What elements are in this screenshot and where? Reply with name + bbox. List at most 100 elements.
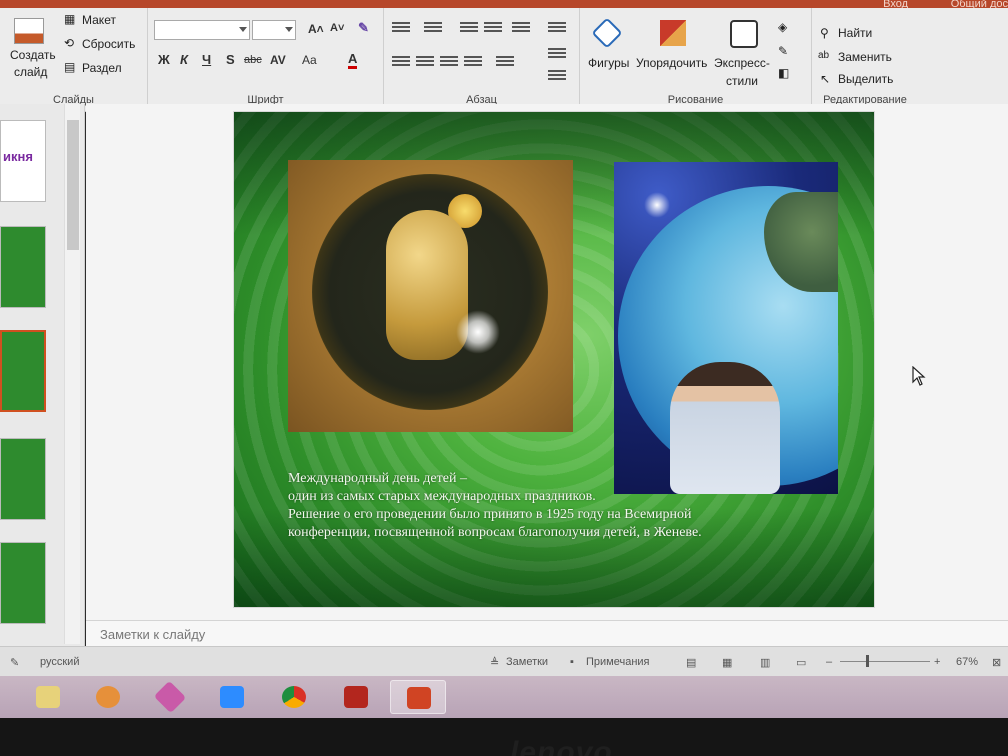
reset-button[interactable]: Сбросить	[82, 37, 135, 51]
laptop-brand-logo: lenovo	[510, 736, 613, 756]
slideshow-icon[interactable]: ▭	[796, 656, 806, 669]
slide-thumbnail-3[interactable]	[0, 330, 46, 412]
new-slide-icon[interactable]	[14, 18, 44, 44]
reading-view-icon[interactable]: ▥	[760, 656, 770, 669]
align-left-icon[interactable]	[392, 56, 410, 70]
strikethrough-button[interactable]: abc	[244, 54, 262, 66]
scrollbar-thumb[interactable]	[67, 120, 79, 250]
earth-picture[interactable]	[614, 162, 838, 494]
folder-icon	[36, 686, 60, 708]
taskbar-acrobat[interactable]	[328, 680, 384, 714]
taskbar-app-3[interactable]	[142, 680, 198, 714]
replace-button[interactable]: Заменить	[838, 50, 892, 64]
increase-indent-icon[interactable]	[484, 22, 502, 36]
laptop-bezel: lenovo	[0, 718, 1008, 756]
notes-toggle-button[interactable]: Заметки	[506, 656, 548, 668]
change-case-button[interactable]: Aa	[302, 53, 317, 67]
text-direction-icon[interactable]	[548, 22, 566, 36]
font-color-button[interactable]: A	[348, 52, 358, 69]
chevron-down-icon	[285, 27, 293, 32]
ribbon: Создать слайд ▦ Макет ⟲ Сбросить ▤ Разде…	[0, 8, 1008, 112]
shapes-button[interactable]: Фигуры	[588, 56, 629, 70]
taskbar-chrome[interactable]	[266, 680, 322, 714]
zoom-out-button[interactable]: –	[826, 656, 832, 668]
grow-font-icon[interactable]: A˄	[308, 22, 324, 36]
replace-icon: ab	[818, 50, 830, 61]
shapes-icon[interactable]	[591, 17, 623, 49]
italic-button[interactable]: К	[180, 52, 188, 67]
underline-button[interactable]: Ч	[202, 52, 211, 67]
taskbar-zoom[interactable]	[204, 680, 260, 714]
section-button[interactable]: Раздел	[82, 61, 122, 75]
char-spacing-button[interactable]: AV	[270, 53, 286, 67]
slide-thumbnail-4[interactable]	[0, 438, 46, 520]
normal-view-icon[interactable]: ▤	[686, 656, 696, 669]
slide-thumbnail-5[interactable]	[0, 542, 46, 624]
chevron-down-icon	[239, 27, 247, 32]
bold-button[interactable]: Ж	[158, 52, 170, 67]
taskbar-powerpoint[interactable]	[390, 680, 446, 714]
slide-thumbnail-1[interactable]: икня	[0, 120, 46, 202]
zoom-slider[interactable]	[840, 661, 930, 662]
font-size-combo[interactable]	[252, 20, 296, 40]
shape-effects-icon[interactable]: ◧	[778, 66, 789, 80]
media-player-icon	[96, 686, 120, 708]
new-slide-button-label2[interactable]: слайд	[14, 65, 47, 79]
slide[interactable]: Международный день детей – один из самых…	[234, 112, 874, 607]
font-name-combo[interactable]	[154, 20, 250, 40]
line-spacing-icon[interactable]	[512, 22, 530, 36]
layout-icon: ▦	[64, 12, 76, 26]
find-button[interactable]: Найти	[838, 26, 872, 40]
drawing-group: Фигуры Упорядочить Экспресс- стили ◈ ✎ ◧…	[580, 8, 812, 112]
align-center-icon[interactable]	[416, 56, 434, 70]
decrease-indent-icon[interactable]	[460, 22, 478, 36]
quick-styles-button-label2[interactable]: стили	[726, 74, 758, 88]
layout-button[interactable]: Макет	[82, 13, 116, 27]
slide-thumbnail-2[interactable]	[0, 226, 46, 308]
slide-sorter-icon[interactable]: ▦	[722, 656, 732, 669]
reset-icon: ⟲	[64, 36, 75, 50]
screen: Вход Общий дос Создать слайд ▦ Макет ⟲ С…	[0, 0, 1008, 756]
notes-pane[interactable]: Заметки к слайду	[86, 620, 1008, 646]
bullets-icon[interactable]	[392, 22, 410, 36]
smartart-icon[interactable]	[548, 70, 566, 84]
taskbar-media-player[interactable]	[80, 680, 136, 714]
powerpoint-icon	[407, 687, 431, 709]
arrange-icon[interactable]	[660, 20, 686, 46]
language-indicator[interactable]: русский	[40, 656, 79, 668]
shape-fill-icon[interactable]: ◈	[778, 20, 787, 34]
medal-glare	[456, 310, 500, 354]
video-call-icon	[220, 686, 244, 708]
search-icon: ⚲	[820, 26, 829, 40]
select-button[interactable]: Выделить	[838, 72, 893, 86]
numbering-icon[interactable]	[424, 22, 442, 36]
quick-styles-button[interactable]: Экспресс-	[714, 56, 770, 70]
align-right-icon[interactable]	[440, 56, 458, 70]
thumbnail-scrollbar[interactable]	[64, 104, 80, 644]
zoom-slider-thumb[interactable]	[866, 655, 869, 667]
comments-toggle-button[interactable]: Примечания	[586, 656, 650, 668]
shrink-font-icon[interactable]: A˅	[330, 22, 344, 34]
quick-styles-icon[interactable]	[730, 20, 758, 48]
columns-icon[interactable]	[496, 56, 514, 70]
new-slide-button[interactable]: Создать	[10, 48, 56, 62]
pdf-icon	[344, 686, 368, 708]
slide-caption[interactable]: Международный день детей – один из самых…	[288, 470, 848, 542]
zoom-level[interactable]: 67%	[956, 656, 978, 668]
arrange-button[interactable]: Упорядочить	[636, 56, 707, 70]
shape-outline-icon[interactable]: ✎	[778, 44, 788, 58]
taskbar-explorer[interactable]	[20, 680, 76, 714]
justify-icon[interactable]	[464, 56, 482, 70]
zoom-in-button[interactable]: +	[934, 656, 940, 668]
paragraph-group: Абзац	[384, 8, 580, 112]
caption-line-2: один из самых старых международных празд…	[288, 489, 596, 504]
caption-line-1: Международный день детей –	[288, 471, 467, 486]
medal-picture[interactable]	[288, 160, 573, 432]
align-text-icon[interactable]	[548, 48, 566, 62]
shadow-button[interactable]: S	[226, 52, 235, 67]
fit-to-window-icon[interactable]: ⊠	[992, 656, 1001, 669]
gem-icon	[153, 680, 187, 714]
spellcheck-icon[interactable]: ✎	[10, 656, 19, 669]
taskbar	[0, 676, 1008, 718]
clear-format-icon[interactable]: ✎	[358, 20, 369, 36]
